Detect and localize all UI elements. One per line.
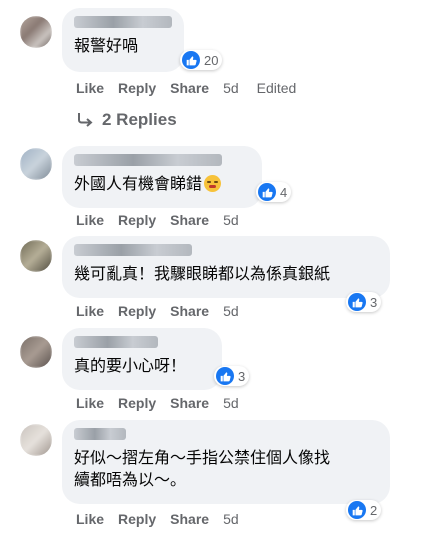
like-thumb-icon bbox=[258, 183, 276, 201]
comment-text: 好似～摺左角～手指公禁住個人像找 續都唔為以～。 bbox=[74, 450, 331, 489]
like-link[interactable]: Like bbox=[76, 212, 104, 228]
share-link[interactable]: Share bbox=[170, 395, 209, 411]
reaction-count: 3 bbox=[370, 294, 378, 310]
share-link[interactable]: Share bbox=[170, 303, 209, 319]
replies-label: 2 Replies bbox=[102, 110, 177, 129]
timestamp[interactable]: 5d bbox=[223, 303, 239, 319]
commenter-name-redacted[interactable] bbox=[74, 154, 222, 166]
commenter-name-redacted[interactable] bbox=[74, 244, 192, 256]
comment-text: 真的要小心呀！ bbox=[74, 358, 187, 375]
comment-bubble: 報警好喎 bbox=[62, 8, 184, 72]
reaction-badge[interactable]: 20 bbox=[180, 50, 223, 70]
reply-link[interactable]: Reply bbox=[118, 511, 156, 527]
timestamp[interactable]: 5d bbox=[223, 80, 239, 96]
avatar[interactable] bbox=[20, 16, 52, 48]
comment-bubble: 真的要小心呀！ bbox=[62, 328, 222, 390]
reaction-count: 20 bbox=[204, 52, 219, 68]
commenter-name-redacted[interactable] bbox=[74, 16, 172, 28]
commenter-name-redacted[interactable] bbox=[74, 428, 126, 440]
reaction-badge[interactable]: 2 bbox=[346, 500, 382, 520]
like-link[interactable]: Like bbox=[76, 303, 104, 319]
comment-bubble: 外國人有機會睇錯 bbox=[62, 146, 262, 208]
comment-actions: Like Reply Share 5d bbox=[76, 212, 253, 228]
comment-text: 幾可亂真！我驟眼睇都以為係真銀紙 bbox=[74, 266, 331, 283]
timestamp[interactable]: 5d bbox=[223, 212, 239, 228]
reply-arrow-icon bbox=[78, 113, 93, 127]
share-link[interactable]: Share bbox=[170, 80, 209, 96]
like-thumb-icon bbox=[216, 367, 234, 385]
reply-link[interactable]: Reply bbox=[118, 212, 156, 228]
reaction-badge[interactable]: 3 bbox=[214, 366, 250, 386]
avatar[interactable] bbox=[20, 148, 52, 180]
comment-actions: Like Reply Share 5d bbox=[76, 511, 253, 527]
persevering-face-emoji bbox=[204, 175, 222, 192]
like-link[interactable]: Like bbox=[76, 395, 104, 411]
avatar[interactable] bbox=[20, 424, 52, 456]
timestamp[interactable]: 5d bbox=[223, 511, 239, 527]
avatar[interactable] bbox=[20, 336, 52, 368]
reaction-badge[interactable]: 3 bbox=[346, 292, 382, 312]
view-replies-link[interactable]: 2 Replies bbox=[76, 110, 177, 130]
comment-text: 外國人有機會睇錯 bbox=[74, 174, 250, 196]
comment-bubble: 好似～摺左角～手指公禁住個人像找 續都唔為以～。 bbox=[62, 420, 390, 504]
like-thumb-icon bbox=[182, 51, 200, 69]
reply-link[interactable]: Reply bbox=[118, 80, 156, 96]
reply-link[interactable]: Reply bbox=[118, 395, 156, 411]
share-link[interactable]: Share bbox=[170, 511, 209, 527]
reaction-badge[interactable]: 4 bbox=[256, 182, 292, 202]
reply-link[interactable]: Reply bbox=[118, 303, 156, 319]
like-link[interactable]: Like bbox=[76, 80, 104, 96]
like-thumb-icon bbox=[348, 293, 366, 311]
share-link[interactable]: Share bbox=[170, 212, 209, 228]
reaction-count: 2 bbox=[370, 502, 378, 518]
comment-actions: Like Reply Share 5d Edited bbox=[76, 80, 310, 96]
commenter-name-redacted[interactable] bbox=[74, 336, 158, 348]
comment-actions: Like Reply Share 5d bbox=[76, 303, 253, 319]
reaction-count: 3 bbox=[238, 368, 246, 384]
like-thumb-icon bbox=[348, 501, 366, 519]
reaction-count: 4 bbox=[280, 184, 288, 200]
comment-bubble: 幾可亂真！我驟眼睇都以為係真銀紙 bbox=[62, 236, 390, 298]
edited-label: Edited bbox=[256, 80, 297, 96]
timestamp[interactable]: 5d bbox=[223, 395, 239, 411]
comment-actions: Like Reply Share 5d bbox=[76, 395, 253, 411]
comment-text: 報警好喎 bbox=[74, 38, 139, 55]
avatar[interactable] bbox=[20, 240, 52, 272]
like-link[interactable]: Like bbox=[76, 511, 104, 527]
